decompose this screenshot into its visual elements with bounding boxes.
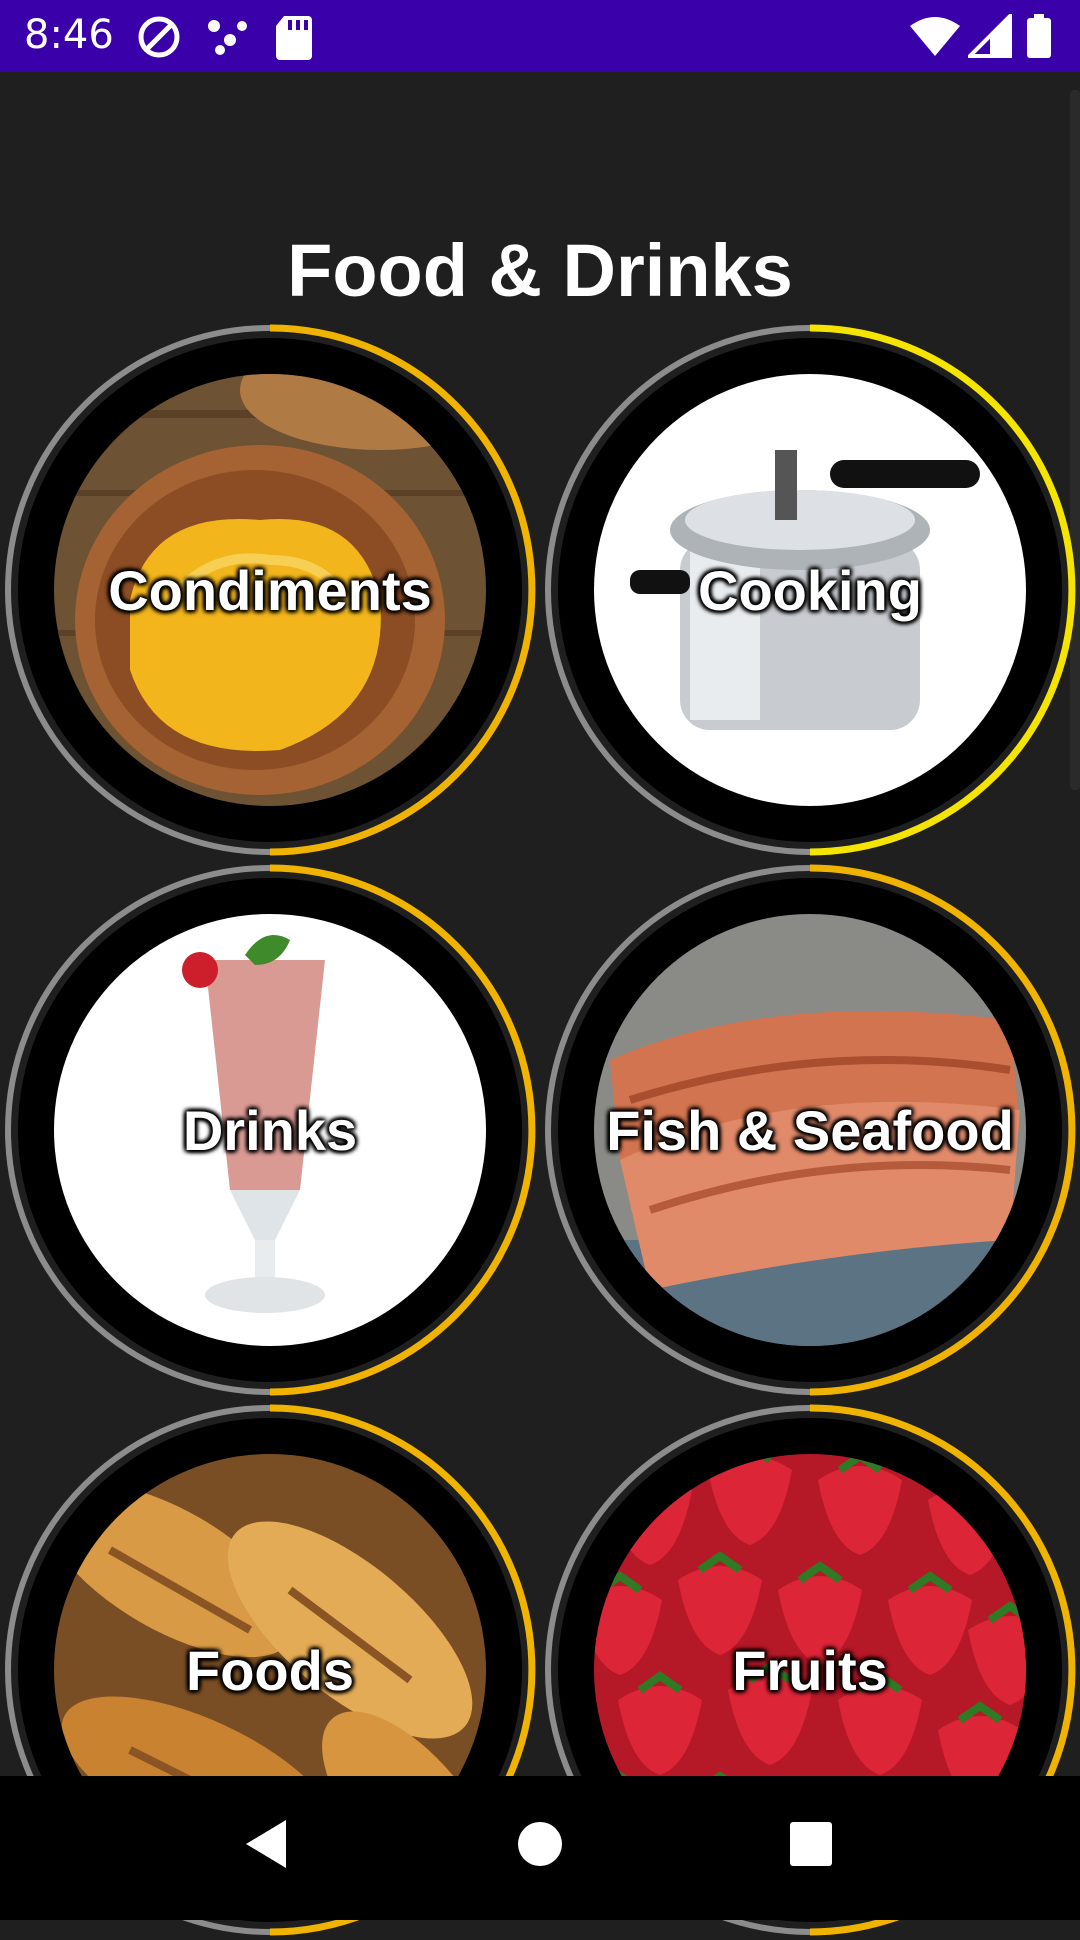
status-icons-right <box>910 14 1060 60</box>
category-tile-fish-seafood[interactable]: Fish & Seafood <box>540 860 1080 1400</box>
category-label: Cooking <box>698 559 922 622</box>
dots-icon <box>208 20 247 55</box>
sd-card-icon <box>276 16 312 60</box>
category-tile-drinks[interactable]: Drinks <box>0 860 540 1400</box>
category-label: Foods <box>186 1639 354 1702</box>
page-title: Food & Drinks <box>287 229 793 312</box>
home-icon[interactable] <box>514 1816 566 1872</box>
battery-icon <box>1027 14 1051 58</box>
wifi-icon <box>910 17 960 56</box>
category-label: Drinks <box>182 1099 358 1162</box>
status-time: 8:46 <box>24 12 114 58</box>
category-label: Fruits <box>732 1639 888 1702</box>
recents-icon[interactable] <box>786 1816 836 1872</box>
at-sign-icon <box>138 16 180 58</box>
back-icon[interactable] <box>242 1816 292 1872</box>
status-bar: 8:46 <box>0 0 1080 72</box>
category-label: Fish & Seafood <box>606 1099 1014 1162</box>
category-tile-cooking[interactable]: Cooking <box>540 320 1080 860</box>
cell-signal-icon <box>968 14 1012 58</box>
category-label: Condiments <box>108 559 432 622</box>
navigation-bar <box>0 1776 1080 1920</box>
category-tile-condiments[interactable]: Condiments <box>0 320 540 860</box>
